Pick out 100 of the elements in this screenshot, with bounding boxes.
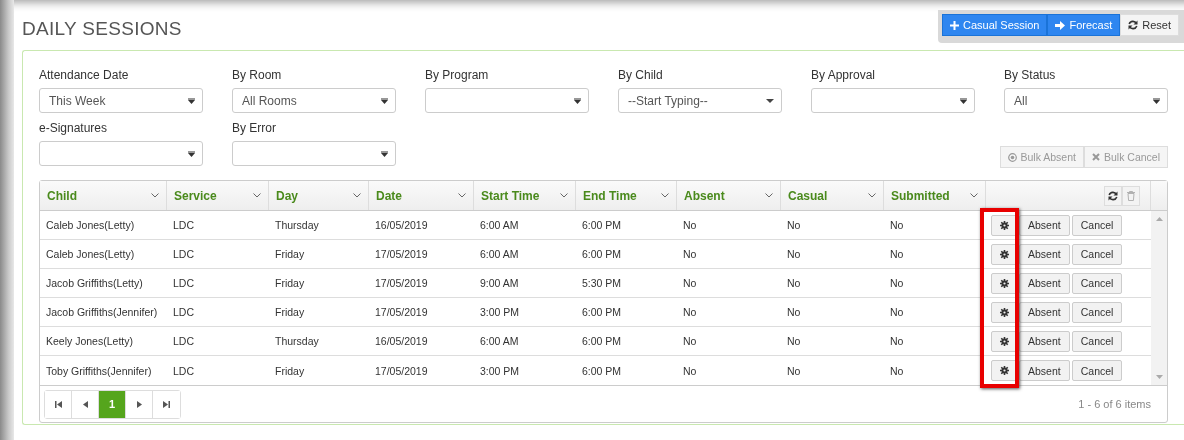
- filter-label: Attendance Date: [39, 68, 130, 82]
- chevron-down-icon: [151, 193, 159, 198]
- plus-icon: [950, 20, 959, 30]
- column-header[interactable]: Absent: [677, 181, 781, 210]
- scroll-up-icon: [1155, 217, 1163, 221]
- table-cell-text: No: [889, 334, 905, 349]
- column-header[interactable]: Start Time: [474, 181, 576, 210]
- filter-label: By Status: [1004, 68, 1057, 82]
- caret-icon: [381, 150, 388, 157]
- dropdown-field[interactable]: All Rooms: [232, 88, 396, 113]
- column-header[interactable]: Service: [167, 181, 269, 210]
- table-cell-text: 6:00 PM: [581, 334, 623, 349]
- row-action-button[interactable]: Absent: [1019, 330, 1070, 352]
- column-header[interactable]: Date: [369, 181, 474, 210]
- dropdown-field[interactable]: All: [1004, 88, 1168, 113]
- table-cell-text: No: [786, 363, 802, 379]
- column-header[interactable]: End Time: [576, 181, 677, 210]
- dropdown-field[interactable]: --Start Typing--: [618, 88, 782, 113]
- table-cell-text: 6:00 AM: [479, 218, 520, 233]
- settings-button[interactable]: [991, 360, 1017, 381]
- table-cell-text: LDC: [172, 218, 195, 233]
- caret-icon: [766, 98, 774, 103]
- filter-label: By Error: [232, 121, 277, 135]
- toolbar-button[interactable]: Forecast: [1047, 14, 1121, 36]
- table-cell-text: 3:00 PM: [479, 305, 521, 320]
- caret-icon: [574, 97, 581, 104]
- table-cell-text: 3:00 PM: [479, 363, 521, 379]
- row-action-button[interactable]: Cancel: [1071, 243, 1123, 265]
- row-action-button[interactable]: Cancel: [1071, 330, 1123, 352]
- dropdown-field[interactable]: [39, 141, 203, 166]
- table-cell-text: 5:30 PM: [581, 276, 623, 291]
- table-cell-text: Jacob Griffiths(Letty): [45, 276, 144, 291]
- dropdown-field[interactable]: [232, 141, 396, 166]
- toolbar-button[interactable]: Casual Session: [942, 14, 1048, 36]
- row-action-button[interactable]: Cancel: [1071, 301, 1123, 323]
- refresh-icon: [1128, 20, 1139, 30]
- table-cell-text: 16/05/2019: [374, 218, 429, 233]
- table-cell-text: 17/05/2019: [374, 247, 429, 262]
- table-cell-text: No: [682, 247, 698, 262]
- settings-button[interactable]: [991, 214, 1017, 236]
- dropdown-field[interactable]: This Week: [39, 88, 203, 113]
- table-cell-text: Thursday: [274, 218, 320, 233]
- table-cell-text: Keely Jones(Letty): [45, 334, 134, 349]
- row-action-button[interactable]: Absent: [1019, 243, 1070, 265]
- dropdown-field[interactable]: [811, 88, 975, 113]
- row-action-button[interactable]: Absent: [1019, 301, 1070, 323]
- row-action-button[interactable]: Cancel: [1071, 272, 1123, 294]
- column-header[interactable]: Submitted: [884, 181, 986, 210]
- table-cell-text: Friday: [274, 247, 306, 262]
- table-cell-text: No: [682, 305, 698, 320]
- toolbar-button[interactable]: Reset: [1120, 14, 1179, 36]
- table-cell-text: No: [682, 218, 698, 233]
- table-cell-text: 17/05/2019: [374, 305, 429, 320]
- table-cell-text: LDC: [172, 334, 195, 349]
- settings-icon: [999, 307, 1009, 317]
- row-action-button[interactable]: Absent: [1019, 214, 1070, 236]
- settings-button[interactable]: [991, 243, 1017, 265]
- table-cell-text: No: [889, 276, 905, 291]
- table-cell-text: Caleb Jones(Letty): [45, 247, 136, 262]
- table-cell-text: Jacob Griffiths(Jennifer): [45, 305, 159, 320]
- trash-icon: [1127, 190, 1135, 201]
- table-cell-text: Toby Griffiths(Jennifer): [45, 363, 153, 379]
- table-cell-text: 6:00 PM: [581, 218, 623, 233]
- settings-icon: [999, 366, 1009, 375]
- row-action-button[interactable]: Absent: [1019, 360, 1070, 381]
- table-cell-text: 6:00 AM: [479, 247, 520, 262]
- table-cell-text: 17/05/2019: [374, 276, 429, 291]
- filter-label: By Child: [618, 68, 664, 82]
- close-icon: [1091, 153, 1100, 161]
- table-cell-text: No: [889, 247, 905, 262]
- caret-icon: [1153, 97, 1160, 104]
- table-cell-text: Friday: [274, 363, 306, 379]
- chevron-down-icon: [661, 193, 669, 198]
- table-cell-text: Friday: [274, 276, 306, 291]
- table-cell-text: 17/05/2019: [374, 363, 429, 379]
- settings-button[interactable]: [991, 301, 1017, 323]
- table-cell-text: No: [682, 363, 698, 379]
- table-cell-text: No: [786, 218, 802, 233]
- dropdown-field[interactable]: [425, 88, 589, 113]
- caret-icon: [188, 97, 195, 104]
- row-action-button[interactable]: Absent: [1019, 272, 1070, 294]
- caret-icon: [188, 150, 195, 157]
- scrollbar[interactable]: [1151, 211, 1167, 385]
- table-cell-text: No: [682, 276, 698, 291]
- arrow-right-icon: [1055, 20, 1066, 30]
- column-header[interactable]: Casual: [781, 181, 884, 210]
- last-page-icon: [163, 400, 170, 408]
- settings-button[interactable]: [991, 330, 1017, 352]
- row-action-button[interactable]: Cancel: [1071, 214, 1123, 236]
- table-cell-text: No: [682, 334, 698, 349]
- refresh-button[interactable]: [1104, 185, 1122, 206]
- chevron-down-icon: [970, 193, 978, 198]
- column-header[interactable]: Child: [40, 181, 167, 210]
- column-header[interactable]: Day: [269, 181, 369, 210]
- first-page-button[interactable]: [45, 390, 72, 418]
- table-cell-text: No: [889, 363, 905, 379]
- row-action-button[interactable]: Cancel: [1071, 360, 1123, 381]
- next-page-icon: [135, 400, 143, 408]
- settings-icon: [999, 249, 1009, 259]
- settings-button[interactable]: [991, 272, 1017, 294]
